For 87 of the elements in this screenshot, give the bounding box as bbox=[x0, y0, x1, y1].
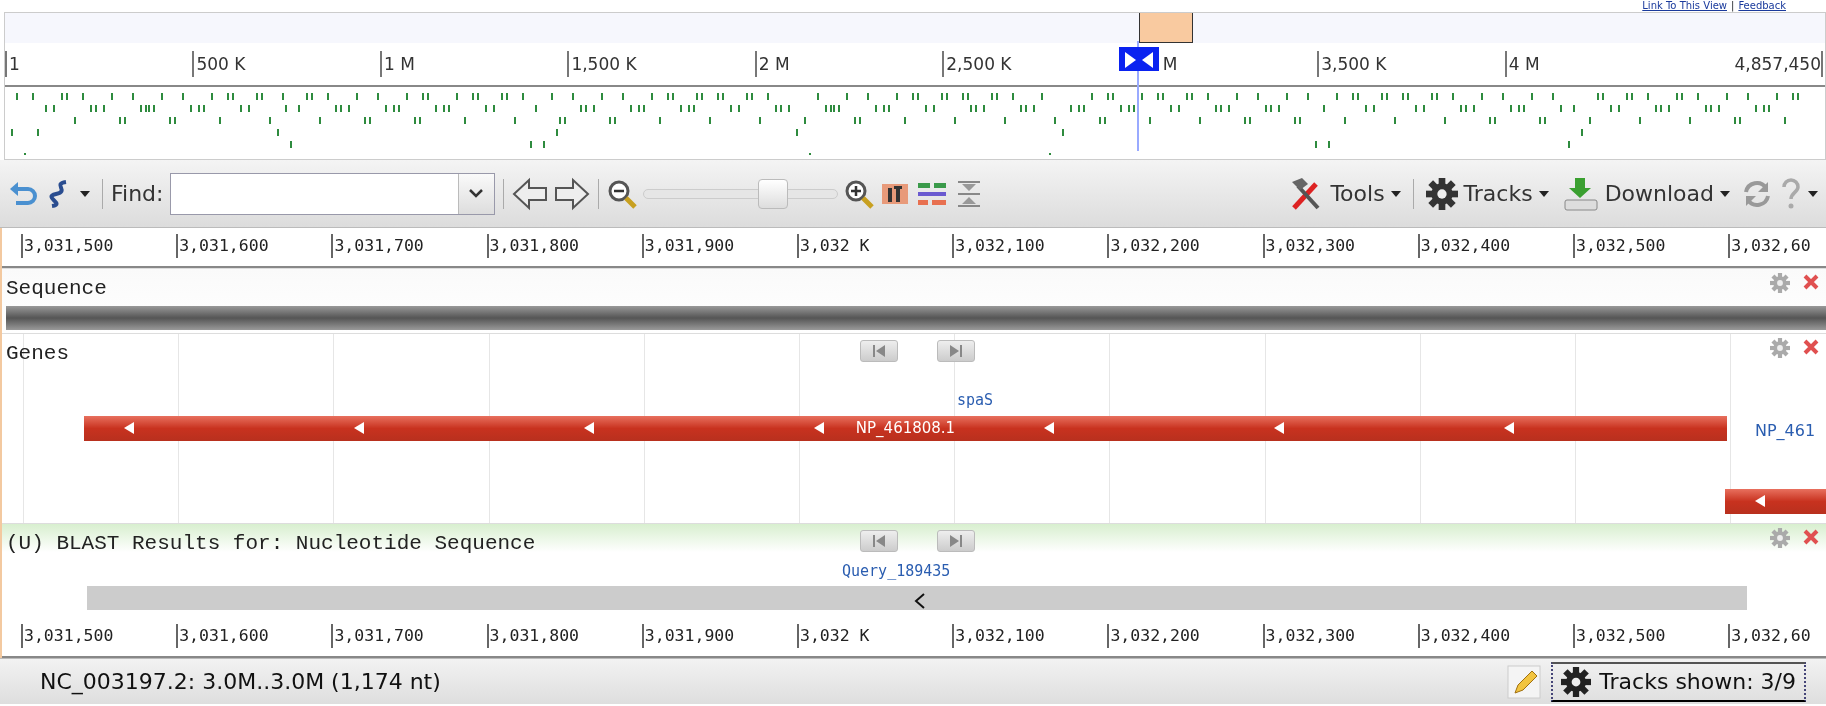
ruler-label: 3,031,800 bbox=[486, 234, 579, 258]
caret-icon bbox=[1390, 190, 1401, 197]
help-icon[interactable] bbox=[1780, 177, 1802, 210]
ruler-label: 4,857,450 bbox=[1732, 51, 1823, 77]
next-feature-button[interactable] bbox=[937, 340, 975, 362]
gene-feature[interactable]: NP_461808.1 bbox=[84, 416, 1727, 441]
gene-name: spaS bbox=[957, 390, 994, 411]
zoom-out-icon[interactable] bbox=[606, 178, 637, 209]
ruler-label: 3,032,300 bbox=[1262, 234, 1355, 258]
ruler-label: 2 M bbox=[754, 51, 790, 77]
ruler-label: 1 M bbox=[379, 51, 415, 77]
ruler-label: 3,031,900 bbox=[641, 624, 735, 648]
ruler-label: 3,032 K bbox=[797, 624, 870, 648]
ruler-label: 3,031,500 bbox=[21, 234, 114, 258]
find-label: Find: bbox=[111, 180, 164, 208]
ruler-label: 3,032,300 bbox=[1262, 624, 1355, 648]
menu-button[interactable]: Download bbox=[1558, 175, 1734, 212]
ruler-label: 3,032,200 bbox=[1107, 624, 1200, 648]
slider-thumb[interactable] bbox=[758, 178, 789, 209]
close-icon[interactable] bbox=[1802, 273, 1820, 291]
ruler-label: 3,031,600 bbox=[176, 234, 269, 258]
ruler-label: 2,500 K bbox=[942, 51, 1012, 77]
ruler-label: 3,032 K bbox=[797, 234, 870, 258]
ruler-label: 3,032,500 bbox=[1573, 234, 1666, 258]
caret-icon bbox=[469, 189, 483, 198]
next-feature-button[interactable] bbox=[937, 530, 975, 552]
ruler-label: 3,032,400 bbox=[1417, 624, 1511, 648]
zoom-slider[interactable] bbox=[642, 177, 838, 210]
ruler-label: 3,032,100 bbox=[952, 234, 1045, 258]
close-icon[interactable] bbox=[1802, 528, 1820, 546]
gene-feature[interactable] bbox=[1725, 489, 1826, 514]
caret-icon bbox=[1808, 190, 1818, 197]
ruler-label: 3,032,500 bbox=[1573, 624, 1666, 648]
hit-label: Query_189435 bbox=[842, 561, 951, 582]
track-settings-icon[interactable] bbox=[1770, 273, 1790, 293]
menu-button[interactable]: Tools bbox=[1284, 175, 1405, 212]
ruler-label: 3,031,700 bbox=[331, 234, 424, 258]
download-icon bbox=[1562, 175, 1599, 212]
track-label: Sequence bbox=[6, 276, 107, 302]
skip-forward-icon bbox=[949, 534, 963, 548]
ruler-label: 3,031,700 bbox=[331, 624, 424, 648]
feature-label: NP_461 bbox=[1755, 420, 1816, 442]
ruler-label: 3,032,60 bbox=[1728, 624, 1811, 648]
ruler-label: M bbox=[1161, 53, 1178, 76]
location-text: NC_003197.2: 3.0M..3.0M (1,174 nt) bbox=[40, 668, 442, 697]
location-marker[interactable] bbox=[1118, 47, 1159, 71]
track-label: (U) BLAST Results for: Nucleotide Sequence bbox=[6, 531, 536, 557]
left-arrow-icon[interactable] bbox=[511, 176, 548, 211]
prev-feature-button[interactable] bbox=[860, 530, 898, 552]
ruler-label: 3,032,400 bbox=[1417, 234, 1511, 258]
ruler-label: 3,032,60 bbox=[1728, 234, 1811, 258]
zoom-in-icon[interactable] bbox=[843, 178, 874, 209]
skip-back-icon bbox=[872, 534, 886, 548]
track-settings-icon[interactable] bbox=[1770, 338, 1790, 358]
link-separator: | bbox=[1731, 0, 1735, 12]
ruler-label: 3,032,200 bbox=[1107, 234, 1200, 258]
caret-icon bbox=[1538, 190, 1549, 197]
skip-forward-icon bbox=[949, 344, 963, 358]
skip-back-icon bbox=[872, 344, 886, 358]
chevron-left-icon bbox=[914, 592, 926, 609]
ruler-label: 3,031,500 bbox=[21, 624, 114, 648]
track-settings-icon[interactable] bbox=[1770, 528, 1790, 548]
caret-icon bbox=[1720, 190, 1730, 197]
caret-icon bbox=[80, 190, 90, 197]
ruler-label: 1 bbox=[5, 51, 20, 77]
find-field[interactable] bbox=[169, 172, 495, 215]
ruler-label: 3,032,100 bbox=[952, 624, 1045, 648]
track-label: Genes bbox=[6, 341, 69, 367]
ruler-label: 1,500 K bbox=[567, 51, 637, 77]
header-link[interactable]: Link To This View bbox=[1642, 0, 1727, 12]
tracks-shown-button[interactable]: Tracks shown: 3/9 bbox=[1551, 661, 1806, 702]
ruler-label: 3,031,800 bbox=[486, 624, 579, 648]
header-link[interactable]: Feedback bbox=[1738, 0, 1786, 12]
feature-label: NP_461808.1 bbox=[855, 418, 956, 440]
right-arrow-icon[interactable] bbox=[553, 176, 590, 211]
ruler-label: 500 K bbox=[192, 51, 246, 77]
ruler-label: 4 M bbox=[1504, 51, 1540, 77]
prev-feature-button[interactable] bbox=[860, 340, 898, 362]
close-icon[interactable] bbox=[1802, 338, 1820, 356]
ruler-label: 3,031,600 bbox=[176, 624, 269, 648]
ruler-label: 3,031,900 bbox=[641, 234, 735, 258]
dropdown-button[interactable] bbox=[457, 173, 494, 214]
view-region-box bbox=[1138, 13, 1193, 43]
pencil-icon[interactable] bbox=[1507, 664, 1542, 699]
menu-button[interactable]: Tracks bbox=[1421, 177, 1553, 210]
gear-icon bbox=[1561, 666, 1592, 697]
ruler-label: 3,500 K bbox=[1317, 51, 1387, 77]
